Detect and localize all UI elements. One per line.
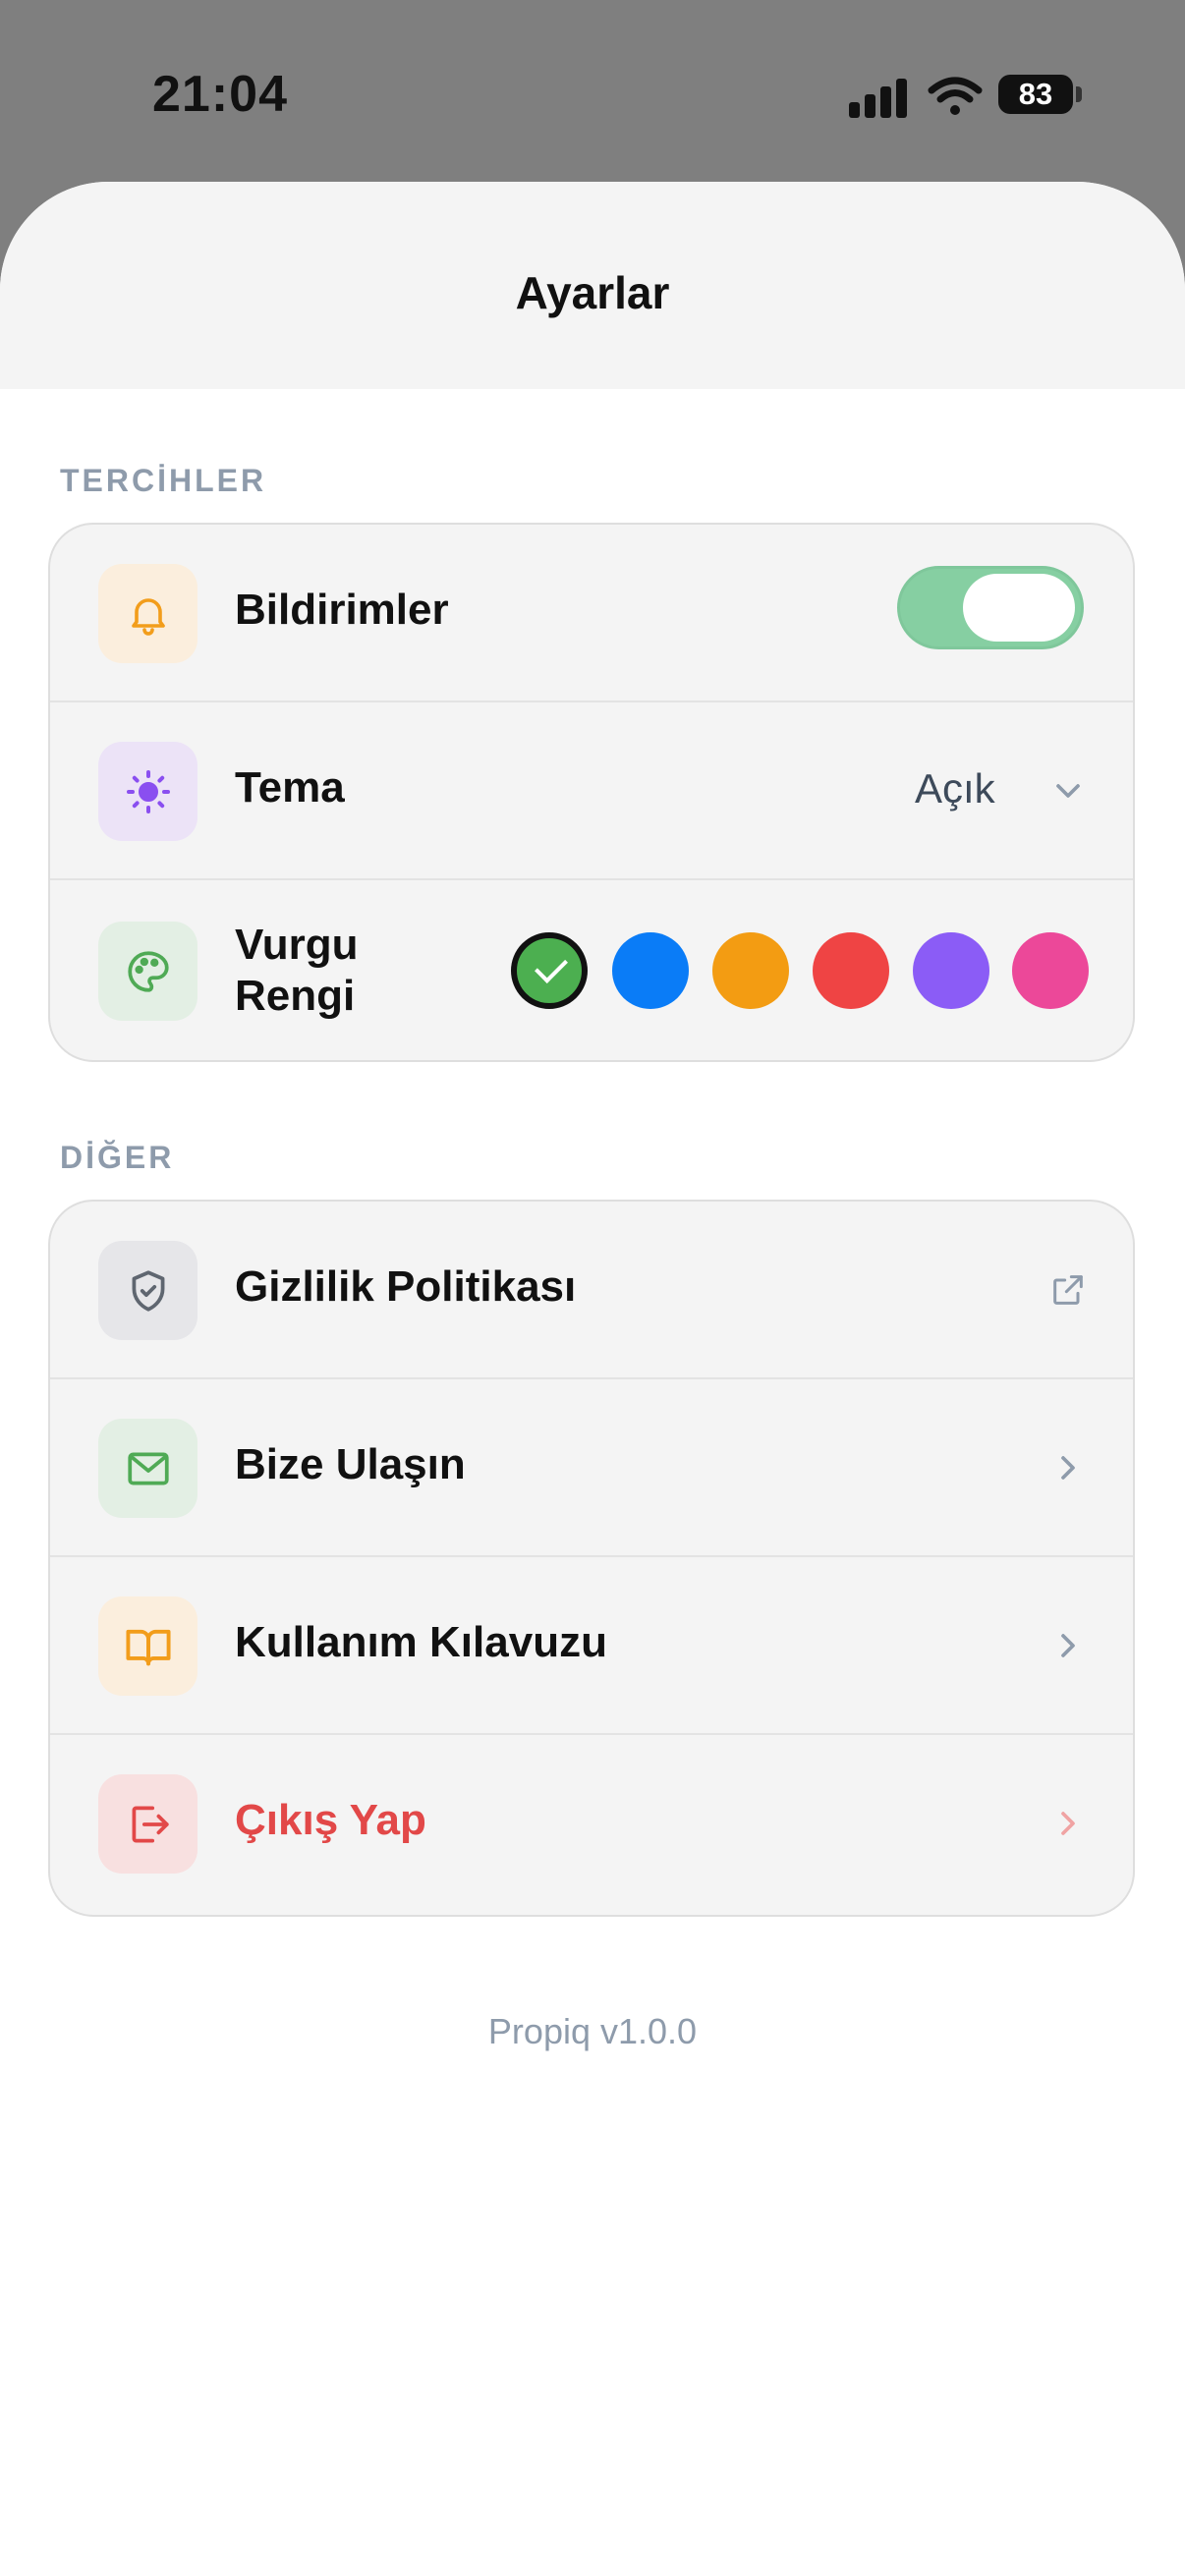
- section-label-preferences: TERCİHLER: [60, 463, 267, 498]
- list-item-label: Gizlilik Politikası: [235, 1262, 577, 1311]
- preferences-card: Bildirimler Tema Açık Vurgu Rengi: [48, 523, 1135, 1062]
- settings-sheet: Ayarlar TERCİHLER Bildirimler Tema Açık …: [0, 182, 1185, 2576]
- logout-label: Çıkış Yap: [235, 1796, 426, 1844]
- mail-icon: [98, 1419, 198, 1518]
- list-item-guide[interactable]: Kullanım Kılavuzu: [50, 1557, 1133, 1735]
- accent-swatch-orange[interactable]: [712, 932, 789, 1009]
- status-time: 21:04: [152, 66, 288, 123]
- status-indicators: 83: [849, 75, 1085, 118]
- accent-color-label: Vurgu Rengi: [235, 921, 359, 1020]
- palette-icon: [98, 922, 198, 1021]
- accent-swatch-green[interactable]: [511, 932, 588, 1009]
- app-version: Propiq v1.0.0: [487, 2011, 698, 2051]
- book-icon: [98, 1596, 198, 1696]
- notifications-toggle[interactable]: [897, 566, 1084, 649]
- chevron-right-icon: [1061, 1456, 1075, 1480]
- list-item-label: Kullanım Kılavuzu: [235, 1618, 607, 1666]
- wifi-icon: [928, 77, 983, 115]
- theme-row[interactable]: Tema Açık: [50, 702, 1133, 880]
- accent-swatch-blue[interactable]: [612, 932, 689, 1009]
- sun-icon: [98, 742, 198, 841]
- cellular-signal-icon: [849, 75, 908, 118]
- external-link-icon: [1053, 1275, 1083, 1305]
- accent-swatch-purple[interactable]: [913, 932, 989, 1009]
- status-bar: 21:04 83: [0, 0, 1185, 187]
- shield-check-icon: [98, 1241, 198, 1340]
- logout-icon: [98, 1774, 198, 1874]
- bell-icon: [98, 564, 198, 663]
- list-item-privacy[interactable]: Gizlilik Politikası: [50, 1202, 1133, 1379]
- battery-nub: [1076, 86, 1082, 102]
- chevron-right-icon: [1061, 1812, 1075, 1835]
- theme-label: Tema: [235, 763, 345, 812]
- sheet-header: Ayarlar: [0, 182, 1185, 389]
- battery-icon: 83: [998, 75, 1073, 114]
- toggle-knob: [963, 574, 1075, 642]
- chevron-down-icon[interactable]: [1048, 771, 1088, 811]
- other-card: Gizlilik Politikası Bize Ulaşın Kullanım…: [48, 1200, 1135, 1917]
- theme-value[interactable]: Açık: [915, 765, 995, 812]
- list-item-contact[interactable]: Bize Ulaşın: [50, 1379, 1133, 1557]
- accent-swatch-red[interactable]: [813, 932, 889, 1009]
- accent-color-row: Vurgu Rengi: [50, 880, 1133, 1060]
- section-label-other: DİĞER: [60, 1140, 175, 1175]
- chevron-right-icon: [1061, 1634, 1075, 1657]
- page-title: Ayarlar: [515, 267, 670, 318]
- notifications-label: Bildirimler: [235, 586, 449, 634]
- list-item-label: Bize Ulaşın: [235, 1440, 466, 1488]
- accent-swatch-pink[interactable]: [1012, 932, 1089, 1009]
- list-item-logout[interactable]: Çıkış Yap: [50, 1735, 1133, 1915]
- notifications-row: Bildirimler: [50, 525, 1133, 702]
